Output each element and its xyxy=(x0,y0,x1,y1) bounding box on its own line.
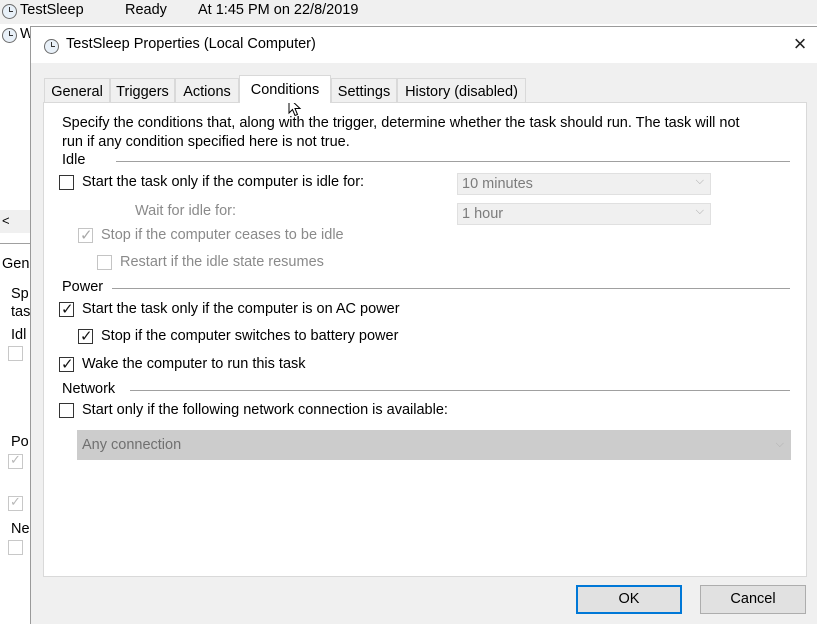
wait-idle-dropdown[interactable]: 1 hour ⌵ xyxy=(457,203,711,225)
checkbox-fragment xyxy=(8,452,23,469)
background-left-pane: W < Gen Sp tas Idl Po Ne xyxy=(0,24,34,623)
tab-label: General xyxy=(51,84,103,100)
network-connection-value: Any connection xyxy=(82,437,182,453)
restart-idle-label[interactable]: Restart if the idle state resumes xyxy=(120,254,324,270)
task-status: Ready xyxy=(125,2,167,18)
idle-group-label: Idle xyxy=(62,152,86,168)
network-group-line xyxy=(130,390,790,391)
tab-label: Conditions xyxy=(250,82,320,98)
tab-settings[interactable]: Settings xyxy=(331,78,397,102)
stop-if-ceases-checkbox[interactable] xyxy=(78,226,93,244)
tab-triggers[interactable]: Triggers xyxy=(110,78,175,102)
network-label[interactable]: Start only if the following network conn… xyxy=(82,402,448,418)
clock-icon xyxy=(2,28,17,43)
text-fragment: Sp xyxy=(11,286,29,302)
text-fragment: tas xyxy=(11,304,31,320)
cancel-label: Cancel xyxy=(730,591,776,607)
task-name: TestSleep xyxy=(20,2,84,18)
ok-label: OK xyxy=(618,591,640,607)
cancel-button[interactable]: Cancel xyxy=(700,585,806,614)
network-group-label: Network xyxy=(62,381,116,397)
tab-actions[interactable]: Actions xyxy=(175,78,239,102)
properties-dialog: TestSleep Properties (Local Computer) × … xyxy=(30,26,817,624)
idle-duration-dropdown[interactable]: 10 minutes ⌵ xyxy=(457,173,711,195)
chevron-down-icon: ⌵ xyxy=(695,175,704,187)
group-fragment: Po xyxy=(11,434,29,450)
group-fragment: Idl xyxy=(11,327,27,343)
tab-label: Triggers xyxy=(116,84,169,100)
tab-general[interactable]: General xyxy=(44,78,110,102)
stop-if-ceases-label[interactable]: Stop if the computer ceases to be idle xyxy=(101,227,344,243)
dialog-title: TestSleep Properties (Local Computer) xyxy=(66,36,316,52)
idle-start-checkbox[interactable] xyxy=(59,175,74,190)
wait-idle-label: Wait for idle for: xyxy=(135,203,236,219)
tab-fragment: Gen xyxy=(2,256,30,272)
clock-icon xyxy=(2,4,17,19)
group-fragment: Ne xyxy=(11,521,30,537)
network-checkbox[interactable] xyxy=(59,403,74,418)
wait-idle-value: 1 hour xyxy=(462,206,504,222)
task-scheduler-icon xyxy=(44,39,59,54)
battery-stop-label[interactable]: Stop if the computer switches to battery… xyxy=(101,328,398,344)
ac-power-label[interactable]: Start the task only if the computer is o… xyxy=(82,301,400,317)
checkbox-fragment xyxy=(8,494,23,511)
title-bar[interactable]: TestSleep Properties (Local Computer) × xyxy=(31,27,817,63)
description-line-2: run if any condition specified here is n… xyxy=(62,134,350,150)
power-group-line xyxy=(112,288,790,289)
background-task-row[interactable]: TestSleep Ready At 1:45 PM on 22/8/2019 xyxy=(0,0,817,24)
idle-start-label[interactable]: Start the task only if the computer is i… xyxy=(82,174,364,190)
battery-stop-checkbox[interactable] xyxy=(78,327,93,345)
chevron-down-icon: ⌵ xyxy=(775,438,784,450)
idle-duration-value: 10 minutes xyxy=(462,176,533,192)
chevron-down-icon: ⌵ xyxy=(695,205,704,217)
description-line-1: Specify the conditions that, along with … xyxy=(62,115,740,131)
conditions-panel: Specify the conditions that, along with … xyxy=(43,102,807,577)
ac-power-checkbox[interactable] xyxy=(59,300,74,318)
divider xyxy=(0,243,30,244)
task-next-run: At 1:45 PM on 22/8/2019 xyxy=(198,2,359,18)
tab-label: Actions xyxy=(183,84,231,100)
tab-history[interactable]: History (disabled) xyxy=(397,78,526,102)
network-connection-dropdown[interactable]: Any connection ⌵ xyxy=(77,430,791,460)
checkbox-fragment xyxy=(8,346,23,361)
close-button[interactable]: × xyxy=(789,33,811,55)
wake-computer-checkbox[interactable] xyxy=(59,355,74,373)
horizontal-scrollbar[interactable]: < xyxy=(0,210,30,233)
scroll-left-arrow[interactable]: < xyxy=(2,213,10,228)
tab-label: Settings xyxy=(337,84,391,100)
idle-group-line xyxy=(116,161,790,162)
power-group-label: Power xyxy=(62,279,104,295)
checkbox-fragment xyxy=(8,540,23,555)
restart-idle-checkbox[interactable] xyxy=(97,255,112,270)
ok-button[interactable]: OK xyxy=(576,585,682,614)
tab-conditions[interactable]: Conditions xyxy=(239,75,331,103)
tab-label: History (disabled) xyxy=(405,84,518,100)
wake-computer-label[interactable]: Wake the computer to run this task xyxy=(82,356,306,372)
